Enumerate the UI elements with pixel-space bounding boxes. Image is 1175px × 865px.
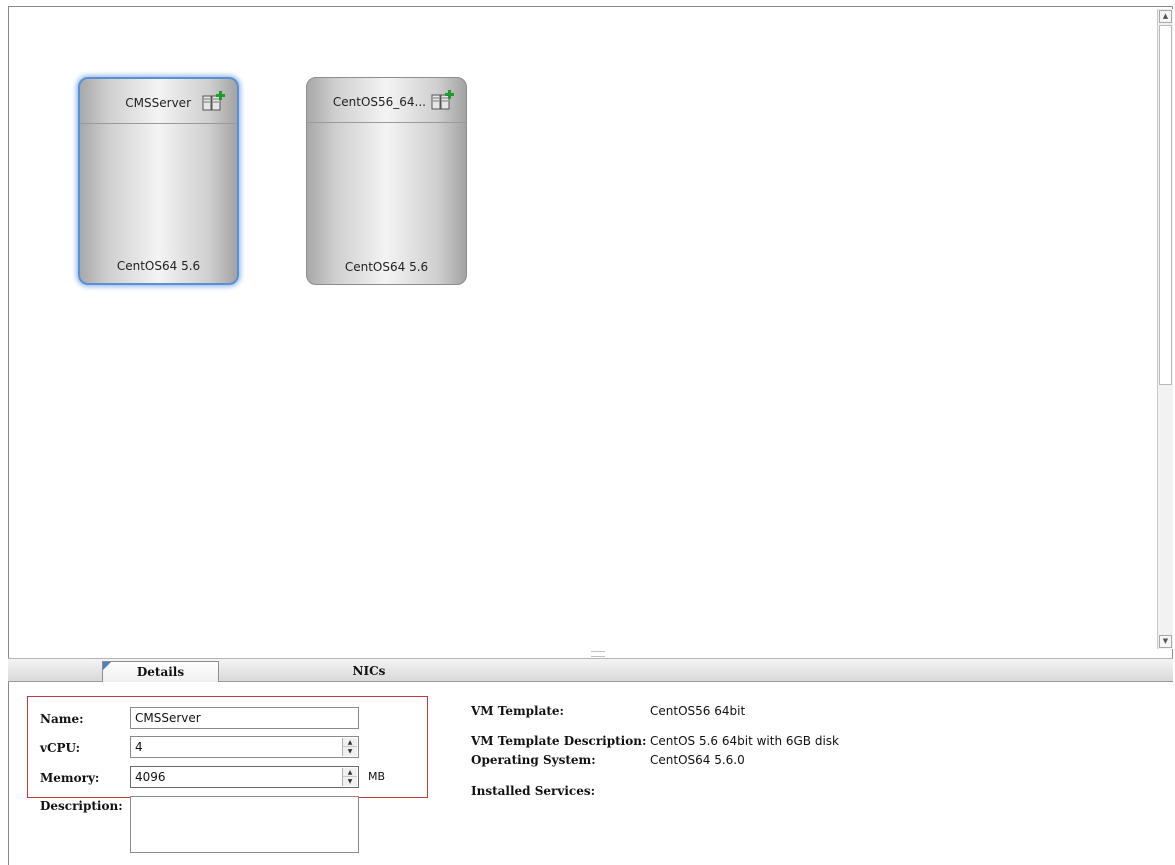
details-panel: Name: CMSServer vCPU: 4 ▲ ▼ Memory: 4096… bbox=[8, 682, 1173, 865]
description-label: Description: bbox=[40, 799, 123, 813]
scrollbar-thumb[interactable] bbox=[1159, 25, 1172, 385]
vm-card-centos56-64[interactable]: CentOS56_64... CentOS64 5.6 bbox=[306, 77, 467, 285]
vm-card-os: CentOS64 5.6 bbox=[116, 259, 201, 273]
vcpu-label: vCPU: bbox=[40, 741, 81, 755]
vm-card-header: CMSServer bbox=[80, 79, 237, 124]
vm-card-title: CMSServer bbox=[125, 96, 191, 110]
tab-nics-label: NICs bbox=[352, 664, 386, 678]
spin-up-icon[interactable]: ▲ bbox=[343, 738, 357, 747]
tab-corner-icon bbox=[103, 662, 111, 670]
tab-nics[interactable]: NICs bbox=[314, 661, 424, 683]
vm-card-title: CentOS56_64... bbox=[332, 95, 426, 109]
vm-card-header: CentOS56_64... bbox=[307, 78, 466, 123]
vcpu-value: 4 bbox=[135, 740, 143, 754]
panel-splitter[interactable] bbox=[8, 648, 1173, 658]
memory-value: 4096 bbox=[135, 770, 166, 784]
tab-details-label: Details bbox=[136, 665, 185, 679]
detail-tabs: Details NICs bbox=[8, 658, 1173, 683]
vm-card-cmsserver[interactable]: CMSServer CentOS64 5.6 bbox=[78, 77, 239, 285]
vm-add-icon[interactable] bbox=[201, 91, 225, 113]
description-field[interactable] bbox=[130, 796, 359, 853]
operating-system-value: CentOS64 5.6.0 bbox=[650, 753, 745, 767]
template-description-value: CentOS 5.6 64bit with 6GB disk bbox=[650, 734, 839, 748]
memory-label: Memory: bbox=[40, 771, 100, 785]
spin-down-icon[interactable]: ▼ bbox=[343, 747, 357, 756]
vm-card-os: CentOS64 5.6 bbox=[344, 260, 429, 274]
vm-template-label: VM Template: bbox=[471, 704, 564, 718]
spin-down-icon[interactable]: ▼ bbox=[343, 777, 357, 786]
memory-unit: MB bbox=[368, 770, 386, 783]
scroll-up-icon[interactable]: ▲ bbox=[1159, 10, 1172, 23]
tab-details[interactable]: Details bbox=[102, 661, 219, 683]
vcpu-stepper[interactable]: 4 ▲ ▼ bbox=[130, 736, 359, 758]
splitter-grip-icon[interactable] bbox=[591, 651, 605, 657]
name-field[interactable]: CMSServer bbox=[130, 707, 359, 729]
name-label: Name: bbox=[40, 712, 84, 726]
vm-add-icon[interactable] bbox=[430, 90, 454, 112]
memory-stepper[interactable]: 4096 ▲ ▼ bbox=[130, 766, 359, 788]
template-description-label: VM Template Description: bbox=[471, 734, 647, 748]
vm-template-value: CentOS56 64bit bbox=[650, 704, 746, 718]
scroll-down-icon[interactable]: ▼ bbox=[1159, 635, 1172, 648]
installed-services-label: Installed Services: bbox=[471, 784, 596, 798]
vertical-scrollbar[interactable]: ▲ ▼ bbox=[1157, 9, 1173, 649]
vcpu-spinner[interactable]: ▲ ▼ bbox=[342, 738, 357, 756]
operating-system-label: Operating System: bbox=[471, 753, 596, 767]
spin-up-icon[interactable]: ▲ bbox=[343, 768, 357, 777]
memory-spinner[interactable]: ▲ ▼ bbox=[342, 768, 357, 786]
vm-canvas[interactable]: CMSServer CentOS64 5.6 CentOS56_64... Ce… bbox=[8, 6, 1173, 658]
